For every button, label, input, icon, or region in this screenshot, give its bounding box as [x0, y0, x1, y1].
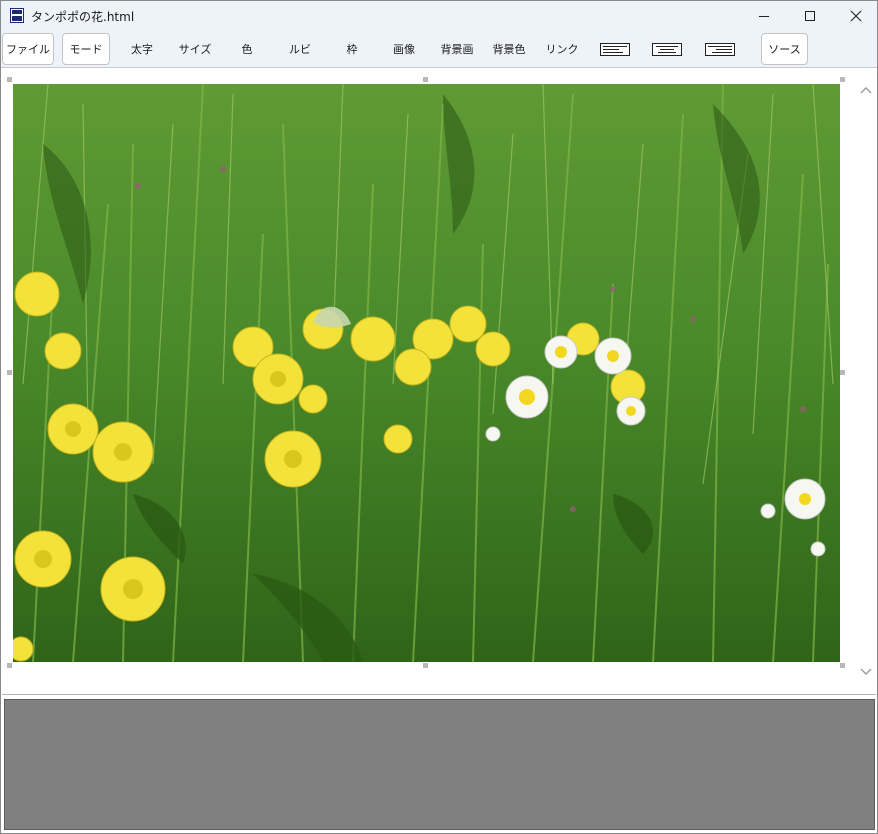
align-right-button[interactable]: [700, 33, 740, 65]
window-title: タンポポの花.html: [31, 10, 135, 24]
toolbar: ファイル モード 太字 サイズ 色 ルビ 枠 画像 背景画 背景色 リンク ソー…: [1, 31, 877, 68]
image-button[interactable]: 画像: [382, 33, 426, 65]
frame-button[interactable]: 枠: [332, 33, 372, 65]
close-icon: [850, 10, 862, 22]
maximize-button[interactable]: [787, 1, 833, 31]
background-image-button[interactable]: 背景画: [434, 33, 480, 65]
minimize-icon: [759, 16, 769, 17]
scroll-up-arrow-icon[interactable]: [860, 85, 872, 95]
source-preview-panel[interactable]: [4, 699, 875, 830]
align-left-button[interactable]: [595, 33, 635, 65]
resize-handle[interactable]: [840, 663, 845, 668]
resize-handle[interactable]: [7, 370, 12, 375]
mode-button[interactable]: モード: [62, 33, 110, 65]
background-color-button[interactable]: 背景色: [486, 33, 532, 65]
source-button[interactable]: ソース: [761, 33, 808, 65]
ruby-button[interactable]: ルビ: [279, 33, 321, 65]
maximize-icon: [805, 11, 815, 21]
bold-button[interactable]: 太字: [120, 33, 164, 65]
minimize-button[interactable]: [741, 1, 787, 31]
floppy-disk-icon: [10, 8, 24, 23]
app-window: タンポポの花.html ファイル モード 太字 サイズ 色 ルビ 枠 画像 背景…: [0, 0, 878, 834]
resize-handle[interactable]: [840, 370, 845, 375]
link-button[interactable]: リンク: [539, 33, 585, 65]
photo-graphic: [13, 84, 840, 662]
resize-handle[interactable]: [423, 663, 428, 668]
align-right-icon: [705, 42, 735, 56]
size-button[interactable]: サイズ: [172, 33, 218, 65]
title-bar[interactable]: タンポポの花.html: [1, 1, 877, 31]
resize-handle[interactable]: [423, 77, 428, 82]
align-center-button[interactable]: [647, 33, 687, 65]
resize-handle[interactable]: [840, 77, 845, 82]
editor-content[interactable]: [2, 69, 876, 695]
resize-handle[interactable]: [7, 77, 12, 82]
color-button[interactable]: 色: [227, 33, 267, 65]
resize-handle[interactable]: [7, 663, 12, 668]
align-center-icon: [652, 42, 682, 56]
align-left-icon: [600, 42, 630, 56]
file-button[interactable]: ファイル: [2, 33, 54, 65]
close-button[interactable]: [833, 1, 878, 31]
dandelion-field-photo[interactable]: [13, 84, 840, 662]
scroll-down-arrow-icon[interactable]: [860, 667, 872, 677]
